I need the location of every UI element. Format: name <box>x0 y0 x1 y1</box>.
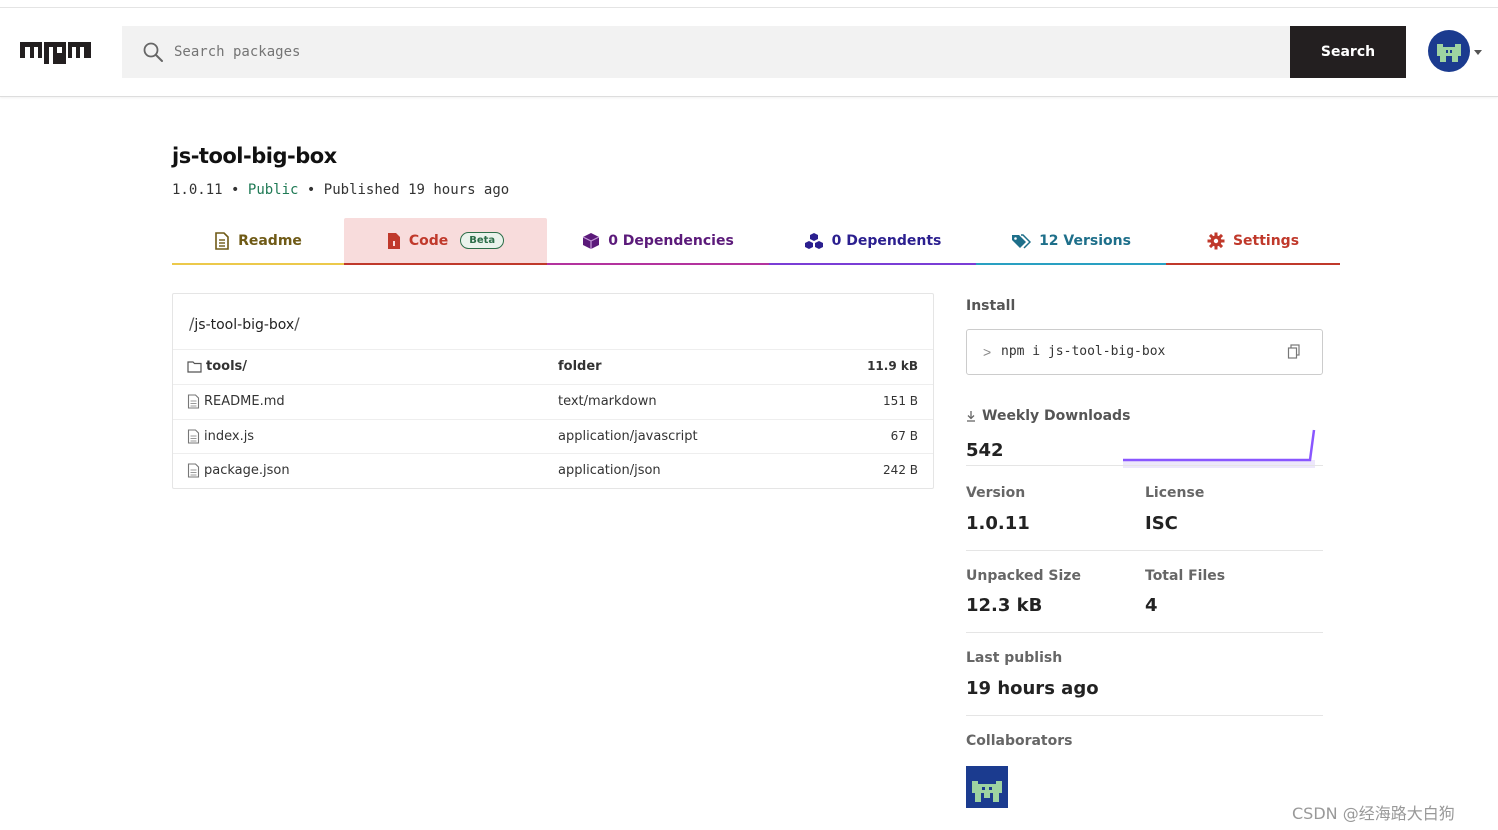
install-label: Install <box>966 298 1016 314</box>
package-tabs: Readme Code Beta 0 Dependencies 0 Depend… <box>172 218 1340 265</box>
package-meta: 1.0.11 • Public • Published 19 hours ago <box>172 182 509 198</box>
package-title: js-tool-big-box <box>172 144 337 168</box>
tags-icon <box>1012 233 1032 249</box>
package-version: 1.0.11 <box>172 182 223 198</box>
file-name-text: package.json <box>204 463 290 478</box>
folder-icon <box>187 361 202 373</box>
unpacked-size-label: Unpacked Size <box>966 568 1081 584</box>
file-name: README.md <box>187 394 285 409</box>
search-bar <box>122 26 1290 78</box>
file-name-text: README.md <box>204 394 285 409</box>
collaborators-label: Collaborators <box>966 733 1073 749</box>
file-type: folder <box>558 359 602 374</box>
meta-separator: • <box>231 182 240 198</box>
install-command[interactable]: npm i js-tool-big-box <box>1001 344 1165 359</box>
file-row[interactable]: package.json application/json 242 B <box>173 453 933 488</box>
file-size: 11.9 kB <box>867 359 918 373</box>
tab-label: Settings <box>1232 232 1300 249</box>
tab-label: Readme <box>238 232 302 249</box>
tab-label: Code <box>408 232 449 249</box>
beta-badge: Beta <box>460 232 505 249</box>
file-browser: /js-tool-big-box/ tools/ folder 11.9 kB … <box>172 293 934 489</box>
meta-separator: • <box>306 182 316 198</box>
search-input[interactable] <box>174 26 1274 78</box>
last-publish-value: 19 hours ago <box>966 678 1099 699</box>
file-name: tools/ <box>187 359 247 374</box>
user-menu-caret-icon[interactable] <box>1474 50 1482 55</box>
file-icon <box>187 429 200 444</box>
download-icon <box>967 411 975 422</box>
license-label: License <box>1145 485 1205 501</box>
file-size: 242 B <box>883 463 918 477</box>
file-name-text: index.js <box>204 429 255 444</box>
code-icon <box>387 232 400 249</box>
user-avatar[interactable] <box>1428 30 1470 72</box>
weekly-downloads-label: Weekly Downloads <box>966 408 1130 424</box>
breadcrumb-package-link[interactable]: js-tool-big-box <box>194 317 294 333</box>
file-type: application/json <box>558 463 661 478</box>
tab-label: 0 Dependents <box>831 232 942 249</box>
readme-icon <box>215 231 229 250</box>
tab-label: 0 Dependencies <box>608 232 734 249</box>
file-type: text/markdown <box>558 394 657 409</box>
tab-readme[interactable]: Readme <box>172 218 344 265</box>
install-command-box[interactable]: > npm i js-tool-big-box <box>966 329 1323 375</box>
divider <box>966 465 1323 466</box>
watermark: CSDN @经海路大白狗 <box>1292 804 1455 823</box>
search-icon <box>143 42 163 62</box>
total-files-label: Total Files <box>1145 568 1226 584</box>
version-value: 1.0.11 <box>966 513 1030 534</box>
total-files-value: 4 <box>1145 595 1158 616</box>
copy-icon[interactable] <box>1287 344 1301 360</box>
file-type: application/javascript <box>558 429 698 444</box>
gear-icon <box>1207 232 1225 249</box>
license-value: ISC <box>1145 513 1178 534</box>
file-size: 151 B <box>883 394 918 408</box>
file-name-text: tools/ <box>206 359 248 374</box>
tab-settings[interactable]: Settings <box>1166 218 1340 265</box>
file-name: index.js <box>187 429 254 444</box>
package-visibility: Public <box>247 182 299 198</box>
box-icon <box>582 232 600 249</box>
tab-code[interactable]: Code Beta <box>344 218 547 265</box>
avatar-pixel-art <box>972 781 1002 802</box>
boxes-icon <box>804 232 823 249</box>
package-published: Published 19 hours ago <box>323 182 510 198</box>
tab-label: 12 Versions <box>1039 232 1131 249</box>
breadcrumb-separator: / <box>294 314 300 333</box>
file-icon <box>187 394 200 409</box>
downloads-sparkline <box>1123 429 1316 468</box>
divider <box>966 632 1323 633</box>
npm-logo[interactable] <box>20 42 91 64</box>
divider <box>966 715 1323 716</box>
file-size: 67 B <box>890 429 918 443</box>
file-row-folder[interactable]: tools/ folder 11.9 kB <box>173 349 933 384</box>
version-label: Version <box>966 485 1026 501</box>
file-name: package.json <box>187 463 290 478</box>
unpacked-size-value: 12.3 kB <box>966 595 1043 616</box>
file-row[interactable]: index.js application/javascript 67 B <box>173 419 933 454</box>
site-header: Search <box>0 8 1498 97</box>
tab-dependencies[interactable]: 0 Dependencies <box>547 218 769 265</box>
prompt-chevron-icon: > <box>983 344 992 360</box>
weekly-downloads-value: 542 <box>966 440 1004 461</box>
search-button[interactable]: Search <box>1290 26 1406 78</box>
tab-versions[interactable]: 12 Versions <box>976 218 1166 265</box>
avatar-pixel-art <box>1437 44 1461 62</box>
breadcrumb: /js-tool-big-box/ <box>189 314 300 333</box>
divider <box>966 550 1323 551</box>
collaborator-avatar[interactable] <box>966 766 1008 808</box>
tab-dependents[interactable]: 0 Dependents <box>769 218 976 265</box>
browser-top-strip <box>0 0 1498 8</box>
file-row[interactable]: README.md text/markdown 151 B <box>173 384 933 419</box>
file-icon <box>187 463 200 478</box>
weekly-downloads-text: Weekly Downloads <box>982 408 1131 424</box>
last-publish-label: Last publish <box>966 650 1063 666</box>
